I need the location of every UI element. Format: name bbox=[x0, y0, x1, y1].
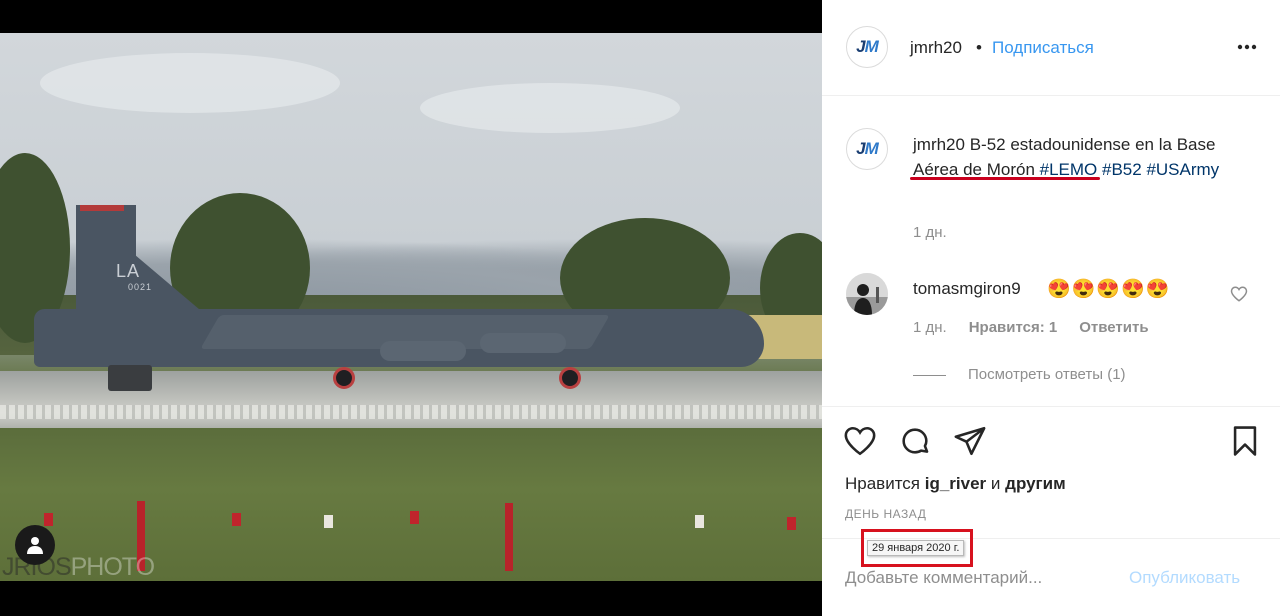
comment-like-button[interactable] bbox=[1230, 285, 1250, 305]
logo-letter: M bbox=[864, 139, 879, 158]
aircraft-wheel bbox=[559, 367, 581, 389]
logo-letter: J bbox=[856, 139, 866, 158]
red-box-annotation bbox=[861, 529, 973, 567]
watermark-text: PHOTO bbox=[70, 553, 155, 581]
runway-markings bbox=[0, 405, 822, 419]
separator-dot: • bbox=[976, 38, 982, 57]
post-photo[interactable]: LA 0021 bbox=[0, 33, 822, 581]
marker-flag bbox=[44, 513, 53, 526]
cloud bbox=[420, 83, 680, 133]
post-photo-panel: LA 0021 JRIOSPHOTO bbox=[0, 0, 822, 616]
paper-plane-icon bbox=[954, 426, 986, 456]
more-options-button[interactable] bbox=[1232, 32, 1262, 62]
bookmark-icon bbox=[1233, 426, 1257, 456]
user-icon bbox=[27, 537, 43, 554]
publish-button[interactable]: Опубликовать bbox=[1129, 568, 1240, 588]
avatar-logo: JM bbox=[856, 37, 879, 57]
likes-and: и bbox=[990, 474, 1001, 493]
marker-flag bbox=[410, 511, 419, 524]
marker-post bbox=[505, 503, 513, 571]
comment-icon bbox=[902, 428, 929, 454]
hashtag-link[interactable]: #B52 bbox=[1102, 160, 1142, 179]
comment-username[interactable]: tomasmgiron9 bbox=[913, 279, 1021, 299]
header-divider bbox=[822, 95, 1280, 96]
likes-summary: Нравится ig_river и другим bbox=[845, 474, 1066, 494]
tail-number: 0021 bbox=[128, 282, 153, 292]
caption-text: B-52 estadounidense en la bbox=[969, 135, 1172, 154]
comment-text: 😍😍😍😍😍 bbox=[1047, 279, 1171, 300]
add-comment-input[interactable] bbox=[845, 568, 1095, 588]
caption-timestamp[interactable]: 1 дн. bbox=[913, 224, 947, 241]
save-button[interactable] bbox=[1228, 424, 1264, 460]
aircraft-engine bbox=[480, 333, 566, 353]
comments-divider bbox=[822, 406, 1280, 407]
comment-likes-count[interactable]: Нравится: 1 bbox=[969, 319, 1058, 336]
commenter-avatar[interactable] bbox=[846, 273, 888, 315]
heart-icon bbox=[844, 426, 876, 456]
caption-username[interactable]: jmrh20 bbox=[913, 135, 965, 154]
marker-flag bbox=[787, 517, 796, 530]
marker-flag bbox=[232, 513, 241, 526]
comment-timestamp[interactable]: 1 дн. bbox=[913, 319, 947, 336]
follow-button[interactable]: Подписаться bbox=[992, 38, 1094, 58]
service-truck bbox=[108, 365, 152, 391]
view-replies-button[interactable]: Посмотреть ответы (1) bbox=[968, 366, 1126, 383]
tail-code: LA bbox=[116, 261, 141, 281]
marker-flag bbox=[324, 515, 333, 528]
heart-icon bbox=[1230, 286, 1248, 302]
post-side-panel: JM jmrh20 • Подписаться JM jmrh20 B-52 e… bbox=[822, 0, 1280, 616]
tagged-users-button[interactable] bbox=[15, 525, 55, 565]
aircraft-wheel bbox=[333, 367, 355, 389]
avatar-logo: JM bbox=[856, 139, 879, 159]
post-timestamp[interactable]: ДЕНЬ НАЗАД bbox=[845, 507, 926, 521]
aircraft-engine bbox=[380, 341, 466, 361]
red-underline-annotation bbox=[910, 177, 1100, 180]
logo-letter: M bbox=[864, 37, 879, 56]
hashtag-link[interactable]: #USArmy bbox=[1146, 160, 1219, 179]
cloud bbox=[40, 53, 340, 113]
avatar-photo-icon bbox=[846, 273, 888, 315]
like-button[interactable] bbox=[843, 424, 879, 460]
logo-letter: J bbox=[856, 37, 866, 56]
author-avatar[interactable]: JM bbox=[846, 26, 888, 68]
caption-author-avatar[interactable]: JM bbox=[846, 128, 888, 170]
author-username[interactable]: jmrh20 bbox=[910, 38, 962, 58]
post-caption: jmrh20 B-52 estadounidense en la Base Aé… bbox=[913, 132, 1243, 182]
share-button[interactable] bbox=[953, 424, 989, 460]
marker-flag bbox=[695, 515, 704, 528]
comment-meta: 1 дн. Нравится: 1 Ответить bbox=[913, 319, 1149, 336]
replies-divider bbox=[913, 375, 946, 376]
comment-button[interactable] bbox=[898, 424, 934, 460]
likes-others-link[interactable]: другим bbox=[1005, 474, 1066, 493]
reply-button[interactable]: Ответить bbox=[1079, 319, 1148, 336]
aircraft-tail-code: LA 0021 bbox=[116, 261, 152, 292]
aircraft-tail-stripe bbox=[80, 205, 124, 211]
aircraft-tail bbox=[76, 205, 136, 315]
liker-username[interactable]: ig_river bbox=[925, 474, 986, 493]
more-horizontal-icon bbox=[1237, 44, 1257, 50]
likes-prefix: Нравится bbox=[845, 474, 921, 493]
